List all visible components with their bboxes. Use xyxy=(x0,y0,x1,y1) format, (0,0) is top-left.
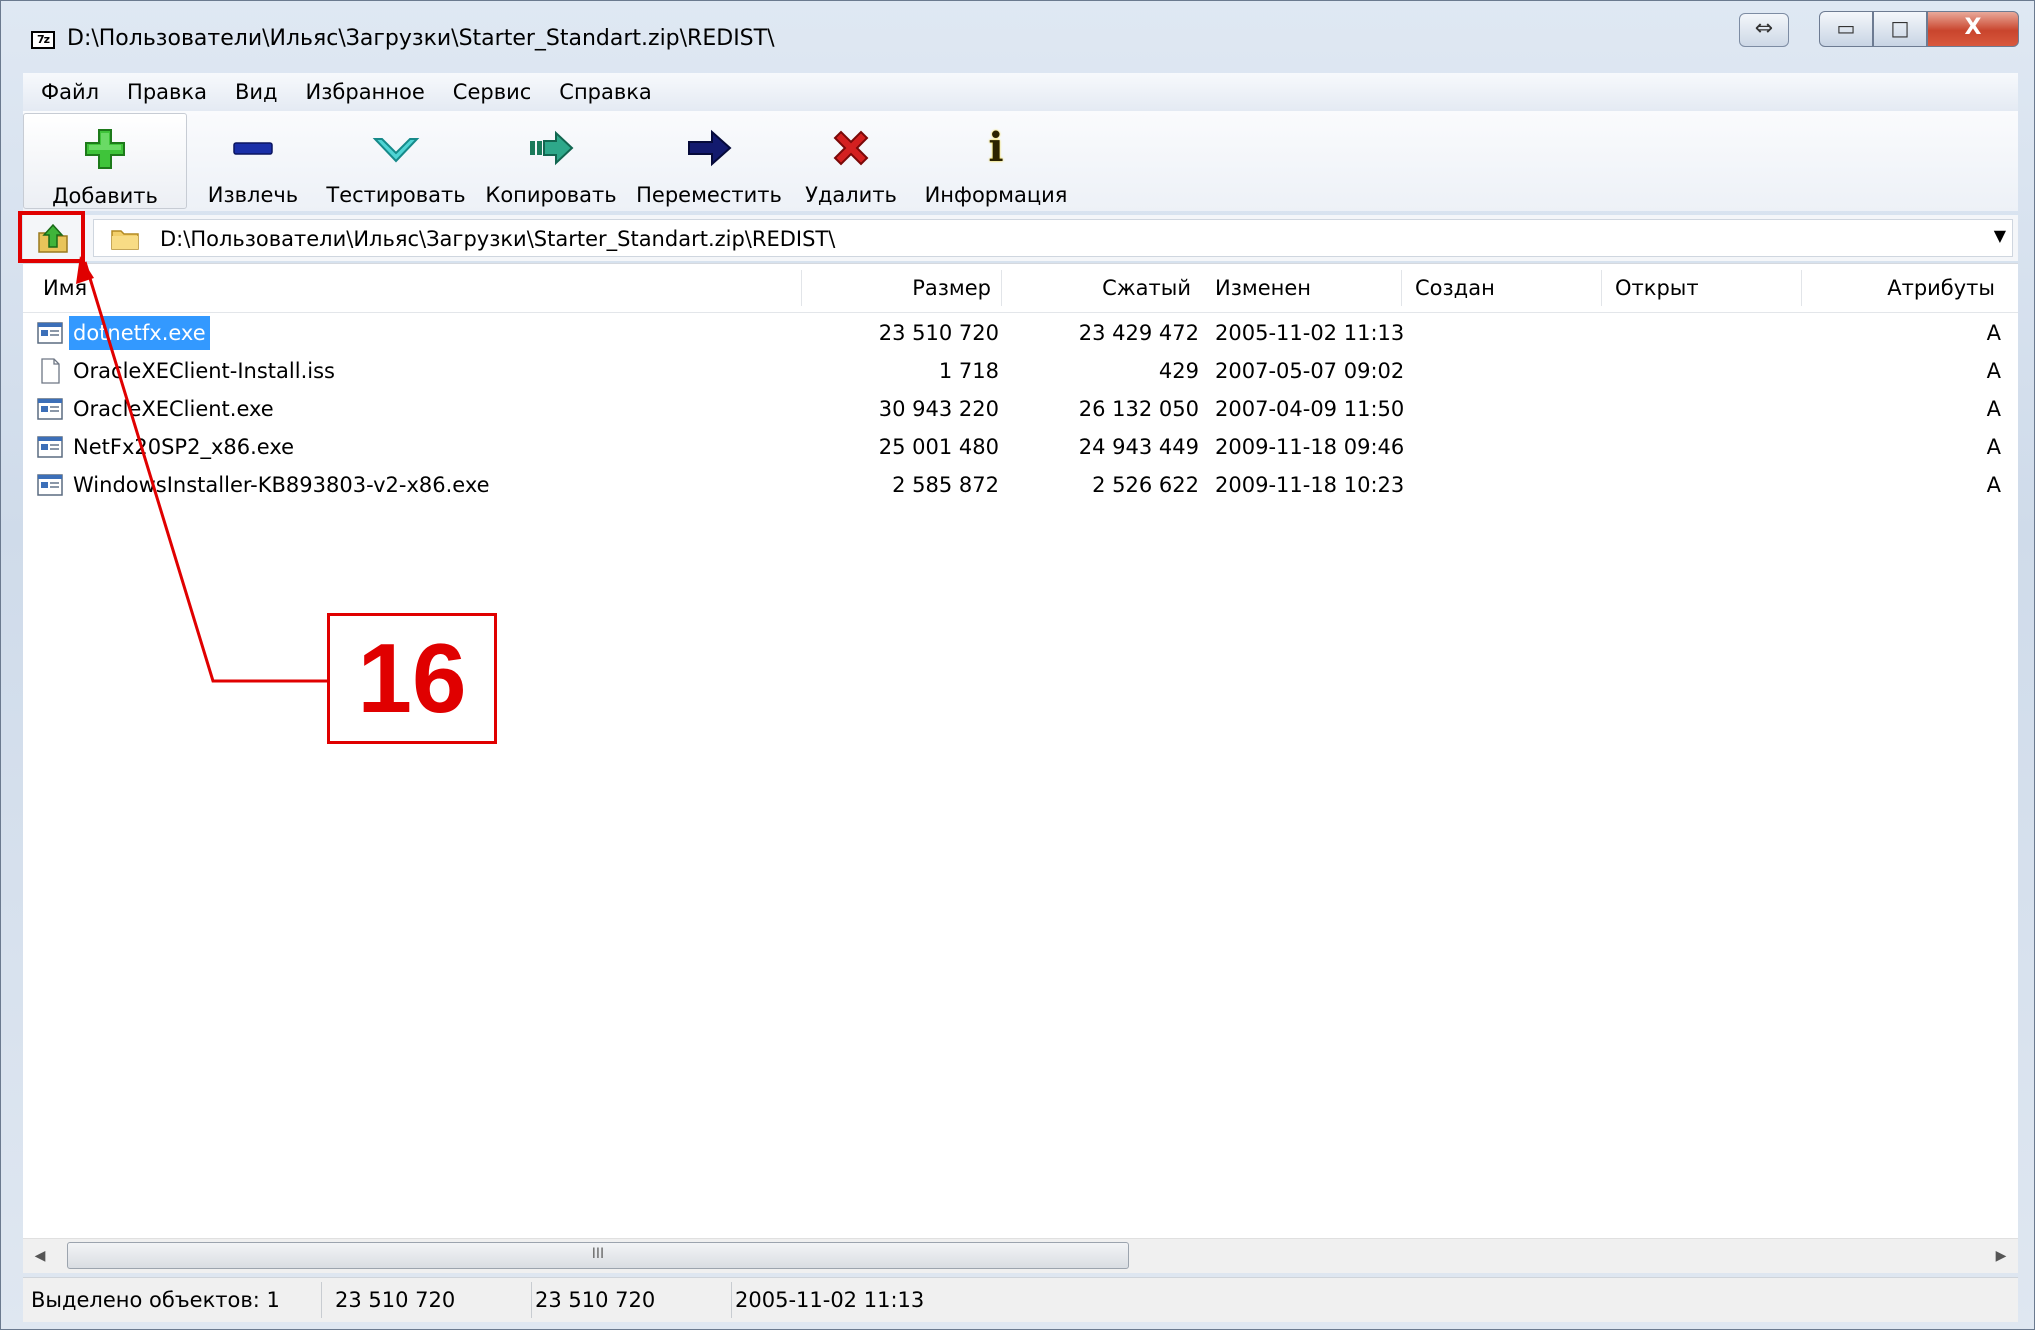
annotation-highlight-box xyxy=(18,211,85,263)
annotation-leader-line xyxy=(83,261,327,683)
annotation-overlay xyxy=(18,211,327,683)
annotation-callout: 16 xyxy=(327,613,497,744)
